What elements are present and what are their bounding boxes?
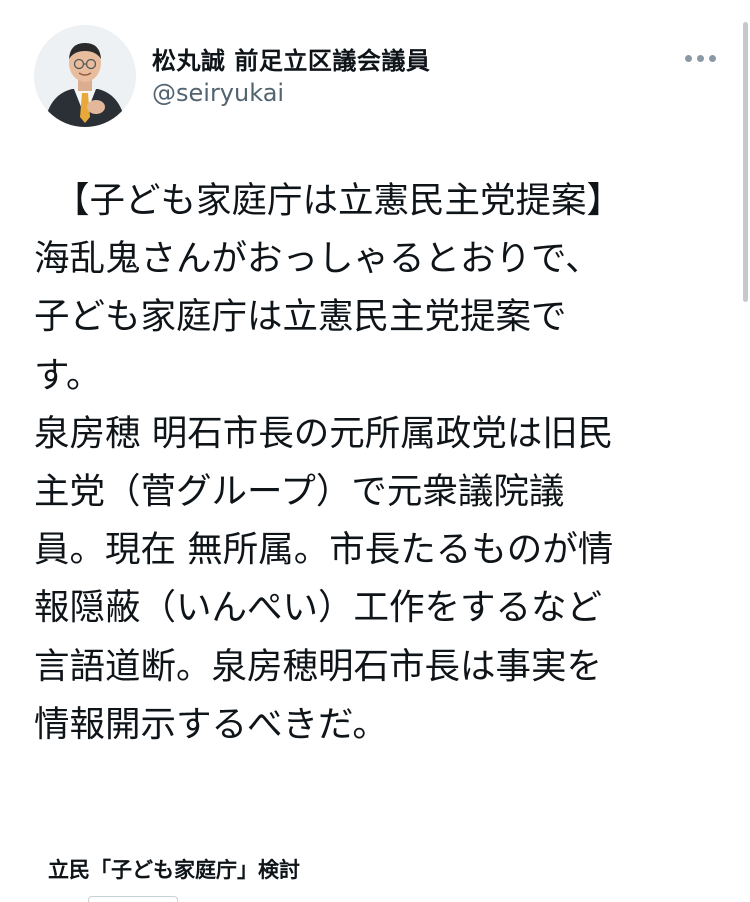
tweet-text-line: 報隠蔽（いんぺい）工作をするなど [34,587,603,629]
tweet-text-line: 情報開示するべきだ。 [34,703,388,745]
user-handle[interactable]: @seiryukai [152,79,284,107]
tweet-text-line: 言語道断。泉房穂明石市長は事実を [34,645,603,687]
tweet-text-line: 泉房穂 明石市長の元所属政党は旧民 [34,412,614,454]
tweet-text-line: す。 [34,354,102,396]
tweet-text-line: 【子ども家庭庁は立憲民主党提案】 [54,180,623,221]
avatar[interactable] [34,25,136,127]
tweet-text-line: 海乱鬼さんがおっしゃるとおりで、 [34,238,601,280]
quoted-article-title[interactable]: 立民「子ども家庭庁」検討 [48,854,300,884]
scrollbar[interactable] [743,22,748,302]
more-horizontal-icon[interactable] [683,48,717,68]
tweet-text-line: 主党（菅グループ）で元衆議院議 [34,471,565,513]
display-name[interactable]: 松丸誠 前足立区議会議員 [152,41,430,76]
tweet-text: 【子ども家庭庁は立憲民主党提案】 海乱鬼さんがおっしゃるとおりで、 子ども家庭庁… [34,172,714,754]
tweet-text-line: 員。現在 無所属。市長たるものが情 [34,529,614,571]
person-portrait-icon [34,25,136,127]
tweet-card: 松丸誠 前足立区議会議員 @seiryukai 【子ども家庭庁は立憲民主党提案】… [0,0,750,902]
quoted-article-thumbnail[interactable] [88,896,178,902]
tweet-text-line: 子ども家庭庁は立憲民主党提案で [34,296,567,338]
